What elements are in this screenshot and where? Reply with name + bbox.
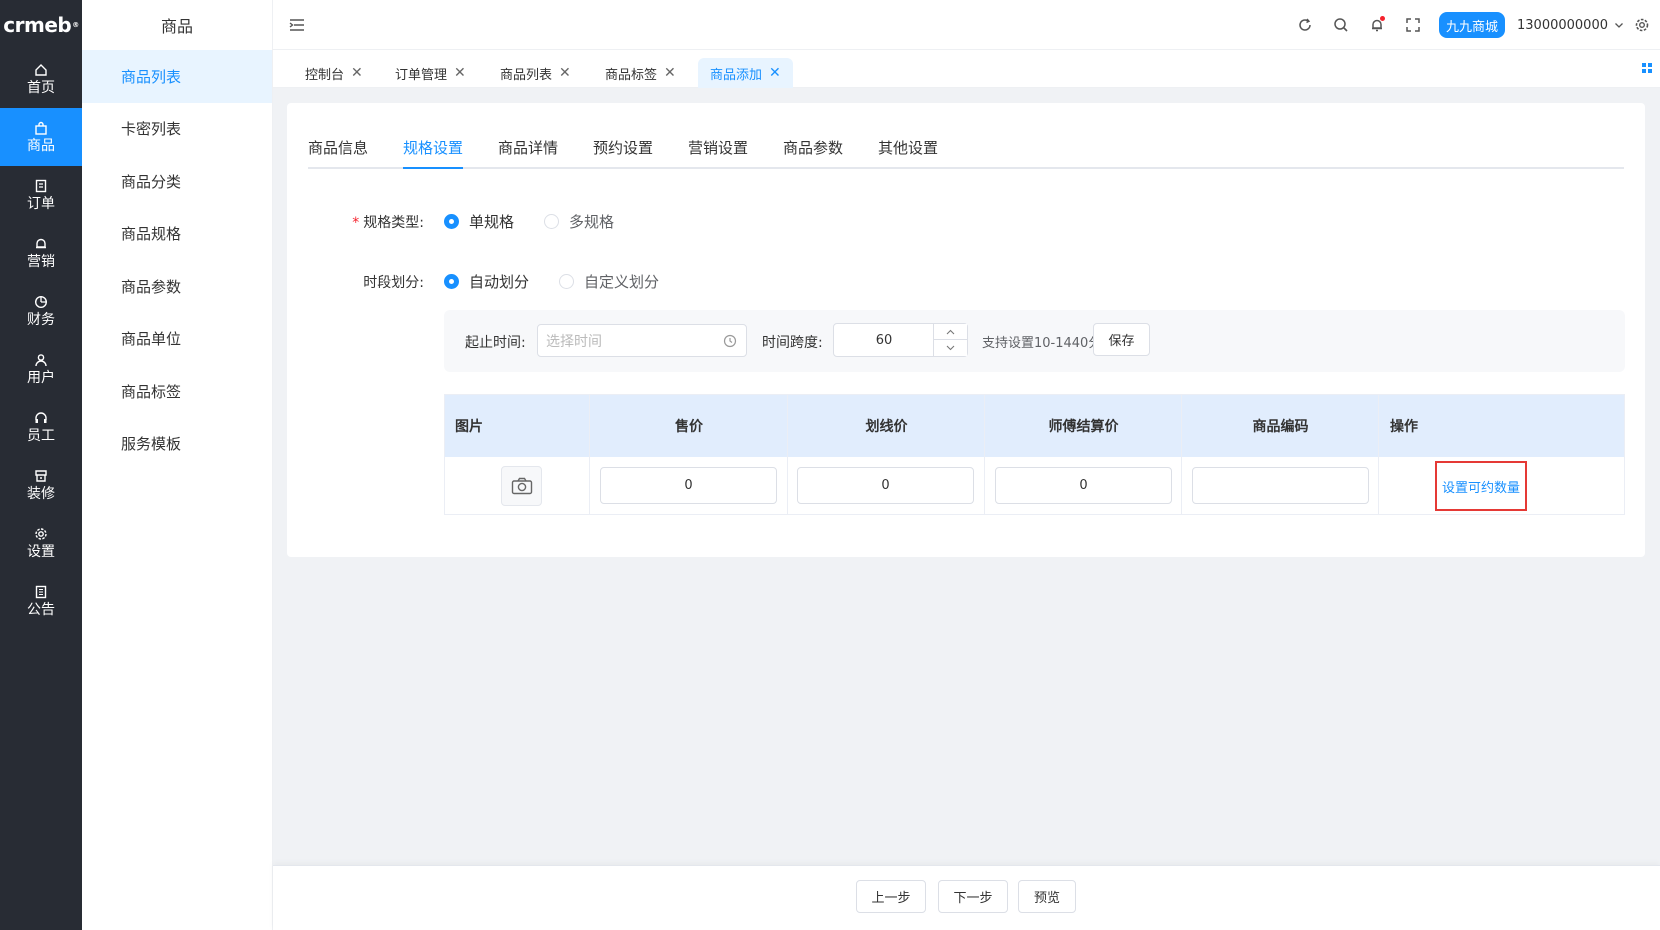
time-division-label: 时段划分: (363, 275, 424, 291)
close-icon[interactable]: ✕ (454, 65, 466, 81)
settings-gear-icon[interactable] (1624, 0, 1660, 50)
next-step-button[interactable]: 下一步 (938, 880, 1008, 913)
product-code-input[interactable] (1192, 467, 1369, 504)
rail-item-notice[interactable]: 公告 (0, 572, 82, 630)
settlement-price-input[interactable]: 0 (995, 467, 1172, 504)
close-icon[interactable]: ✕ (559, 65, 571, 81)
camera-icon (511, 477, 532, 495)
home-icon (33, 62, 49, 78)
subnav-title: 商品 (160, 17, 193, 36)
col-settlement-price: 师傅结算价 (1048, 419, 1119, 435)
tab-other-settings[interactable]: 其他设置 (878, 137, 938, 169)
subnav-item-unit[interactable]: 商品单位 (82, 313, 272, 366)
gear-icon (33, 526, 49, 542)
spec-type-label: * 规格类型: (352, 215, 424, 231)
pie-icon (33, 294, 49, 310)
tab-product-tags[interactable]: 商品标签 ✕ (593, 58, 688, 88)
col-product-code: 商品编码 (1252, 419, 1309, 435)
time-range-picker[interactable]: 选择时间 (537, 324, 747, 357)
close-icon[interactable]: ✕ (351, 65, 363, 81)
user-icon (33, 352, 49, 368)
spec-table: 图片 售价 划线价 师傅结算价 商品编码 操作 0 0 0 设置可约数量 (444, 394, 1625, 515)
search-icon[interactable] (1323, 0, 1359, 50)
main-rail: crmeb ® 首页 商品 订单 营销 财务 用户 员工 装修 设置 公告 (0, 0, 82, 930)
order-icon (33, 178, 49, 194)
start-end-time-label: 起止时间: (465, 335, 526, 351)
rail-item-decor[interactable]: 装修 (0, 456, 82, 514)
tab-product-params[interactable]: 商品参数 (783, 137, 843, 169)
close-icon[interactable]: ✕ (664, 65, 676, 81)
subnav-item-spec[interactable]: 商品规格 (82, 208, 272, 261)
time-span-value[interactable]: 60 (834, 324, 934, 356)
tab-product-list[interactable]: 商品列表 ✕ (488, 58, 583, 88)
product-subnav: 商品 商品列表 卡密列表 商品分类 商品规格 商品参数 商品单位 商品标签 服务… (82, 0, 273, 930)
subnav-item-category[interactable]: 商品分类 (82, 155, 272, 208)
rail-item-settings[interactable]: 设置 (0, 514, 82, 572)
notification-dot (1380, 16, 1385, 21)
col-original-price: 划线价 (865, 419, 908, 435)
tab-product-detail[interactable]: 商品详情 (498, 137, 558, 169)
image-upload-button[interactable] (501, 466, 542, 506)
subnav-item-params[interactable]: 商品参数 (82, 260, 272, 313)
rail-item-product[interactable]: 商品 (0, 108, 82, 166)
rail-item-finance[interactable]: 财务 (0, 282, 82, 340)
prev-step-button[interactable]: 上一步 (856, 880, 926, 913)
bag-icon (33, 120, 49, 136)
col-image: 图片 (455, 419, 483, 435)
col-price: 售价 (675, 419, 703, 435)
tab-product-info[interactable]: 商品信息 (308, 137, 368, 169)
crmeb-logo[interactable]: crmeb ® (0, 0, 82, 50)
rail-item-user[interactable]: 用户 (0, 340, 82, 398)
time-config-panel: 起止时间: 选择时间 时间跨度: 60 支持设置10-1440分钟 保存 (444, 310, 1625, 372)
rail-item-marketing[interactable]: 营销 (0, 224, 82, 282)
menu-toggle-icon[interactable] (288, 16, 306, 34)
tab-spec-settings[interactable]: 规格设置 (403, 137, 464, 169)
page-tabs-bar: 控制台 ✕ 订单管理 ✕ 商品列表 ✕ 商品标签 ✕ 商品添加 ✕ (273, 50, 1660, 88)
decrease-icon[interactable] (934, 340, 967, 356)
clock-icon (723, 334, 737, 348)
tab-product-add[interactable]: 商品添加 ✕ (698, 58, 793, 88)
refresh-icon[interactable] (1287, 0, 1323, 50)
subnav-item-service-template[interactable]: 服务模板 (82, 418, 272, 471)
user-menu[interactable]: 13000000000 (1517, 18, 1624, 33)
fullscreen-icon[interactable] (1395, 0, 1431, 50)
store-switch-badge[interactable]: 九九商城 (1439, 12, 1506, 38)
radio-single-spec[interactable]: 单规格 (444, 211, 514, 232)
tab-order-management[interactable]: 订单管理 ✕ (383, 58, 478, 88)
content-tabs: 商品信息 规格设置 商品详情 预约设置 营销设置 商品参数 其他设置 (308, 119, 1624, 169)
notification-bell-icon[interactable] (1359, 0, 1395, 50)
close-icon[interactable]: ✕ (769, 65, 781, 81)
time-span-label: 时间跨度: (762, 335, 823, 351)
top-header: 九九商城 13000000000 (273, 0, 1660, 50)
rail-item-order[interactable]: 订单 (0, 166, 82, 224)
subnav-item-card-list[interactable]: 卡密列表 (82, 103, 272, 156)
radio-multi-spec[interactable]: 多规格 (544, 211, 614, 232)
col-actions: 操作 (1390, 419, 1418, 435)
subnav-item-product-list[interactable]: 商品列表 (82, 50, 272, 103)
footer-action-bar: 上一步 下一步 预览 (273, 865, 1660, 930)
price-input[interactable]: 0 (600, 467, 777, 504)
rail-item-staff[interactable]: 员工 (0, 398, 82, 456)
subnav-item-tag[interactable]: 商品标签 (82, 365, 272, 418)
preview-button[interactable]: 预览 (1018, 880, 1076, 913)
store-icon (33, 468, 49, 484)
save-time-button[interactable]: 保存 (1093, 323, 1150, 356)
tab-marketing-settings[interactable]: 营销设置 (688, 137, 748, 169)
rail-item-home[interactable]: 首页 (0, 50, 82, 108)
set-bookable-quantity-link[interactable]: 设置可约数量 (1435, 461, 1527, 511)
headset-icon (33, 410, 49, 426)
radio-custom-division[interactable]: 自定义划分 (559, 271, 659, 292)
original-price-input[interactable]: 0 (797, 467, 974, 504)
tab-dashboard[interactable]: 控制台 ✕ (293, 58, 375, 88)
chevron-down-icon (1615, 23, 1623, 28)
radio-auto-division[interactable]: 自动划分 (444, 271, 529, 292)
tabs-menu-grid-icon[interactable] (1640, 61, 1654, 75)
notice-icon (33, 584, 49, 600)
increase-icon[interactable] (934, 324, 967, 340)
bell-icon (33, 236, 49, 252)
product-form-card: 商品信息 规格设置 商品详情 预约设置 营销设置 商品参数 其他设置 * 规格类型… (287, 103, 1645, 557)
tab-booking-settings[interactable]: 预约设置 (593, 137, 653, 169)
time-span-stepper[interactable]: 60 (833, 323, 968, 357)
